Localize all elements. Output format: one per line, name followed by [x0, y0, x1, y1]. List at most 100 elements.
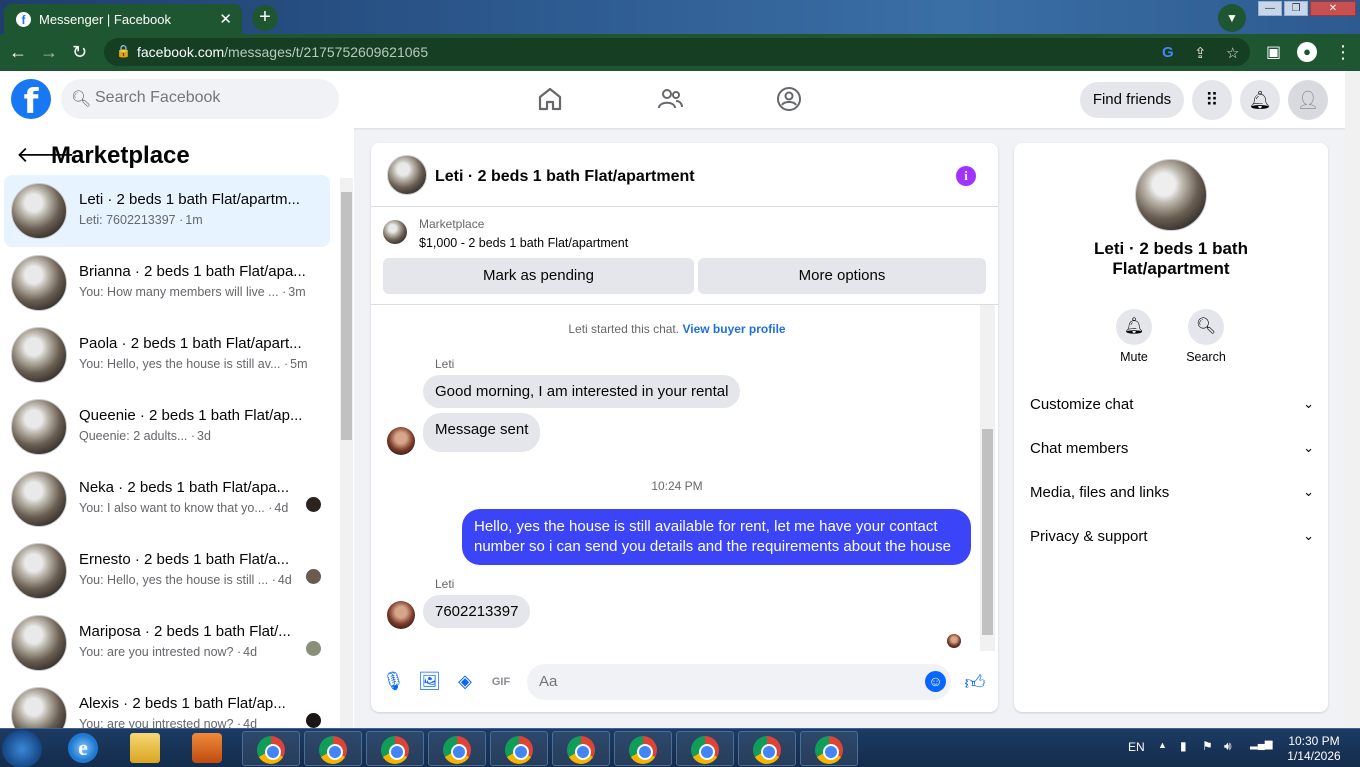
message-input[interactable] [539, 673, 909, 690]
tab-close-icon[interactable]: ✕ [219, 10, 232, 28]
gif-icon[interactable]: GIF [490, 671, 512, 693]
action-center-flag-icon[interactable]: ⚑ [1202, 739, 1213, 753]
find-friends-button[interactable]: Find friends [1080, 82, 1184, 118]
chat-avatar[interactable] [387, 155, 427, 195]
conversation-item[interactable]: Leti · 2 beds 1 bath Flat/apartm... Leti… [4, 175, 330, 247]
conversation-item[interactable]: Brianna · 2 beds 1 bath Flat/apa... You:… [4, 247, 330, 319]
window-close-button[interactable]: ✕ [1310, 1, 1356, 16]
taskbar-chrome-window[interactable] [552, 731, 610, 766]
window-minimize-button[interactable]: — [1258, 1, 1282, 16]
privacy-support-row[interactable]: Privacy & support ⌄ [1030, 528, 1314, 552]
scrollbar-thumb[interactable] [341, 192, 352, 440]
outgoing-message[interactable]: Hello, yes the house is still available … [462, 509, 971, 565]
conversation-item[interactable]: Mariposa · 2 beds 1 bath Flat/... You: a… [4, 607, 330, 679]
bell-icon[interactable]: 🔔︎ [1116, 309, 1152, 345]
incoming-message[interactable]: 7602213397 [423, 595, 531, 628]
page-scrollbar[interactable] [1345, 71, 1360, 728]
chat-title[interactable]: Leti · 2 beds 1 bath Flat/apartment [435, 168, 695, 186]
conversation-preview: You: Hello, yes the house is still ... ·… [79, 573, 292, 587]
bookmark-star-icon[interactable]: ☆ [1226, 44, 1239, 62]
media-files-links-row[interactable]: Media, files and links ⌄ [1030, 484, 1314, 508]
taskbar-chrome-window[interactable] [490, 731, 548, 766]
incoming-message[interactable]: Message sent [423, 413, 541, 452]
media-player-icon[interactable] [192, 733, 222, 763]
notifications-bell-icon[interactable]: 🔔︎ [1240, 80, 1280, 120]
volume-icon[interactable]: 🔊︎ [1224, 739, 1232, 754]
menu-kebab-icon[interactable]: ⋮ [1334, 42, 1352, 63]
taskbar-chrome-window[interactable] [738, 731, 796, 766]
scrollbar-thumb[interactable] [982, 429, 993, 635]
conversation-item[interactable]: Neka · 2 beds 1 bath Flat/apa... You: I … [4, 463, 330, 535]
clock-date: 1/14/2026 [1287, 749, 1341, 763]
chat-scrollbar[interactable] [980, 305, 995, 651]
chat-members-row[interactable]: Chat members ⌄ [1030, 440, 1314, 464]
taskbar-chrome-window[interactable] [428, 731, 486, 766]
search-input[interactable] [95, 89, 325, 107]
home-icon[interactable] [536, 85, 564, 113]
reload-icon[interactable]: ↻ [72, 42, 87, 63]
customize-chat-row[interactable]: Customize chat ⌄ [1030, 396, 1314, 420]
internet-explorer-icon[interactable]: e [68, 733, 98, 763]
side-panel-icon[interactable]: ▣ [1266, 42, 1281, 62]
mark-as-pending-button[interactable]: Mark as pending [383, 258, 694, 294]
taskbar-chrome-window[interactable] [366, 731, 424, 766]
conversation-item[interactable]: Queenie · 2 beds 1 bath Flat/ap... Queen… [4, 391, 330, 463]
mute-action[interactable]: 🔔︎ Mute [1104, 309, 1164, 364]
taskbar-chrome-window[interactable] [676, 731, 734, 766]
show-hidden-icons-icon[interactable]: ▲ [1158, 740, 1167, 750]
google-icon[interactable]: G [1162, 44, 1174, 61]
chrome-icon [753, 736, 781, 764]
listing-avatar[interactable] [1135, 159, 1207, 231]
menu-grid-icon[interactable]: ⠿ [1192, 80, 1232, 120]
search-action[interactable]: 🔍︎ Search [1176, 309, 1236, 364]
sender-avatar[interactable] [387, 601, 415, 629]
photo-attach-icon[interactable]: 🖼︎ [418, 671, 441, 693]
taskbar-chrome-window[interactable] [800, 731, 858, 766]
share-icon[interactable]: ⇪ [1194, 44, 1207, 62]
search-icon[interactable]: 🔍︎ [1188, 309, 1224, 345]
conversation-item[interactable]: Paola · 2 beds 1 bath Flat/apart... You:… [4, 319, 330, 391]
emoji-icon[interactable]: ☺ [925, 671, 946, 692]
new-tab-button[interactable]: + [252, 5, 278, 31]
browser-tab[interactable]: f Messenger | Facebook ✕ [4, 4, 242, 34]
view-buyer-profile-link[interactable]: View buyer profile [682, 322, 785, 336]
conversation-item[interactable]: Alexis · 2 beds 1 bath Flat/ap... You: a… [4, 679, 330, 728]
thumbs-up-icon[interactable]: 👍︎ [964, 671, 986, 694]
facebook-logo-icon[interactable]: f [11, 79, 51, 119]
sender-avatar[interactable] [387, 427, 415, 455]
chevron-down-icon: ⌄ [1303, 528, 1314, 543]
profile-icon[interactable]: ● [1297, 42, 1317, 62]
account-avatar-icon[interactable]: 👤︎ [1288, 80, 1328, 120]
back-arrow-icon[interactable]: ← [9, 42, 27, 63]
tab-title: Messenger | Facebook [39, 12, 171, 27]
taskbar-chrome-window[interactable] [242, 731, 300, 766]
sticker-icon[interactable]: ◈ [454, 671, 476, 693]
taskbar-chrome-window[interactable] [614, 731, 672, 766]
window-restore-button[interactable]: ❐ [1284, 1, 1308, 16]
microphone-icon[interactable]: 🎙︎ [382, 671, 405, 693]
network-signal-icon[interactable]: ▂▄▆ [1250, 739, 1272, 750]
tab-search-chevron-icon[interactable]: ▼ [1218, 4, 1246, 32]
language-indicator[interactable]: EN [1128, 740, 1145, 754]
taskbar-chrome-window[interactable] [304, 731, 362, 766]
more-options-button[interactable]: More options [698, 258, 986, 294]
facebook-search[interactable]: 🔍︎ [61, 79, 339, 119]
conversation-item[interactable]: Ernesto · 2 beds 1 bath Flat/a... You: H… [4, 535, 330, 607]
system-clock[interactable]: 10:30 PM 1/14/2026 [1276, 734, 1352, 764]
forward-arrow-icon[interactable]: → [40, 42, 58, 63]
friends-icon[interactable] [656, 85, 684, 113]
groups-icon[interactable] [775, 85, 803, 113]
message-input-wrap[interactable] [527, 664, 951, 700]
start-button[interactable] [2, 730, 42, 767]
file-explorer-icon[interactable] [130, 733, 160, 763]
sidebar-scrollbar[interactable] [340, 178, 353, 728]
conversation-preview: You: How many members will live ... · 3m [79, 285, 306, 299]
info-icon[interactable]: i [956, 166, 976, 186]
battery-icon[interactable]: ▮ [1180, 739, 1187, 753]
address-bar[interactable]: 🔒 facebook.com/messages/t/21757526096210… [104, 38, 1250, 66]
lock-icon: 🔒 [116, 44, 131, 58]
conversation-name: Ernesto · 2 beds 1 bath Flat/a... [79, 551, 290, 568]
marketplace-sidebar: 🡐 Marketplace Leti · 2 beds 1 bath Flat/… [0, 128, 354, 728]
incoming-message[interactable]: Good morning, I am interested in your re… [423, 375, 741, 408]
listing-price-title[interactable]: $1,000 - 2 beds 1 bath Flat/apartment [419, 236, 628, 250]
